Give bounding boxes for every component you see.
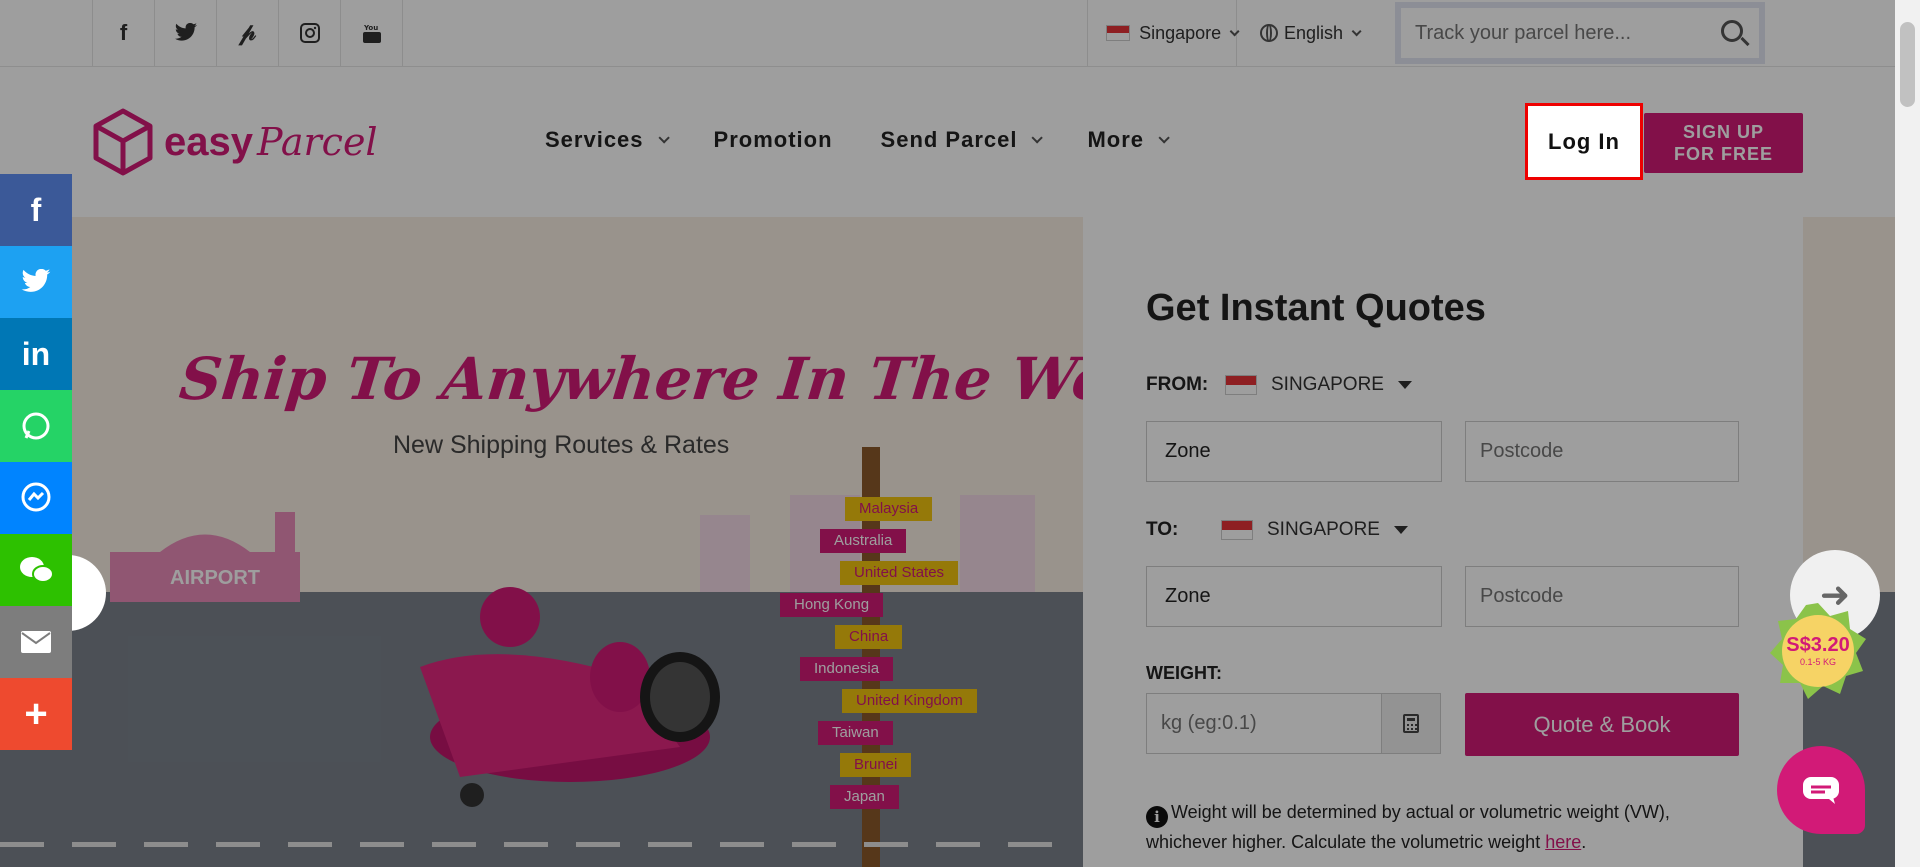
more-share-icon[interactable]: + xyxy=(0,678,72,750)
promo-price-badge[interactable]: S$3.20 0.1-5 KG xyxy=(1768,601,1868,701)
messenger-icon[interactable] xyxy=(0,462,72,534)
live-chat-button[interactable] xyxy=(1777,746,1865,834)
linkedin-icon[interactable]: in xyxy=(0,318,72,390)
twitter-icon[interactable] xyxy=(0,246,72,318)
scrollbar-thumb[interactable] xyxy=(1900,22,1915,107)
whatsapp-icon[interactable] xyxy=(0,390,72,462)
login-button[interactable]: Log In xyxy=(1525,103,1643,180)
facebook-icon[interactable]: f xyxy=(0,174,72,246)
social-share-sidebar: f in + xyxy=(0,174,72,750)
chat-icon xyxy=(1803,777,1839,804)
vertical-scrollbar[interactable] xyxy=(1895,0,1920,867)
wechat-icon[interactable] xyxy=(0,534,72,606)
promo-price: S$3.20 xyxy=(1786,634,1849,656)
email-icon[interactable] xyxy=(0,606,72,678)
promo-weight: 0.1-5 KG xyxy=(1800,657,1836,667)
